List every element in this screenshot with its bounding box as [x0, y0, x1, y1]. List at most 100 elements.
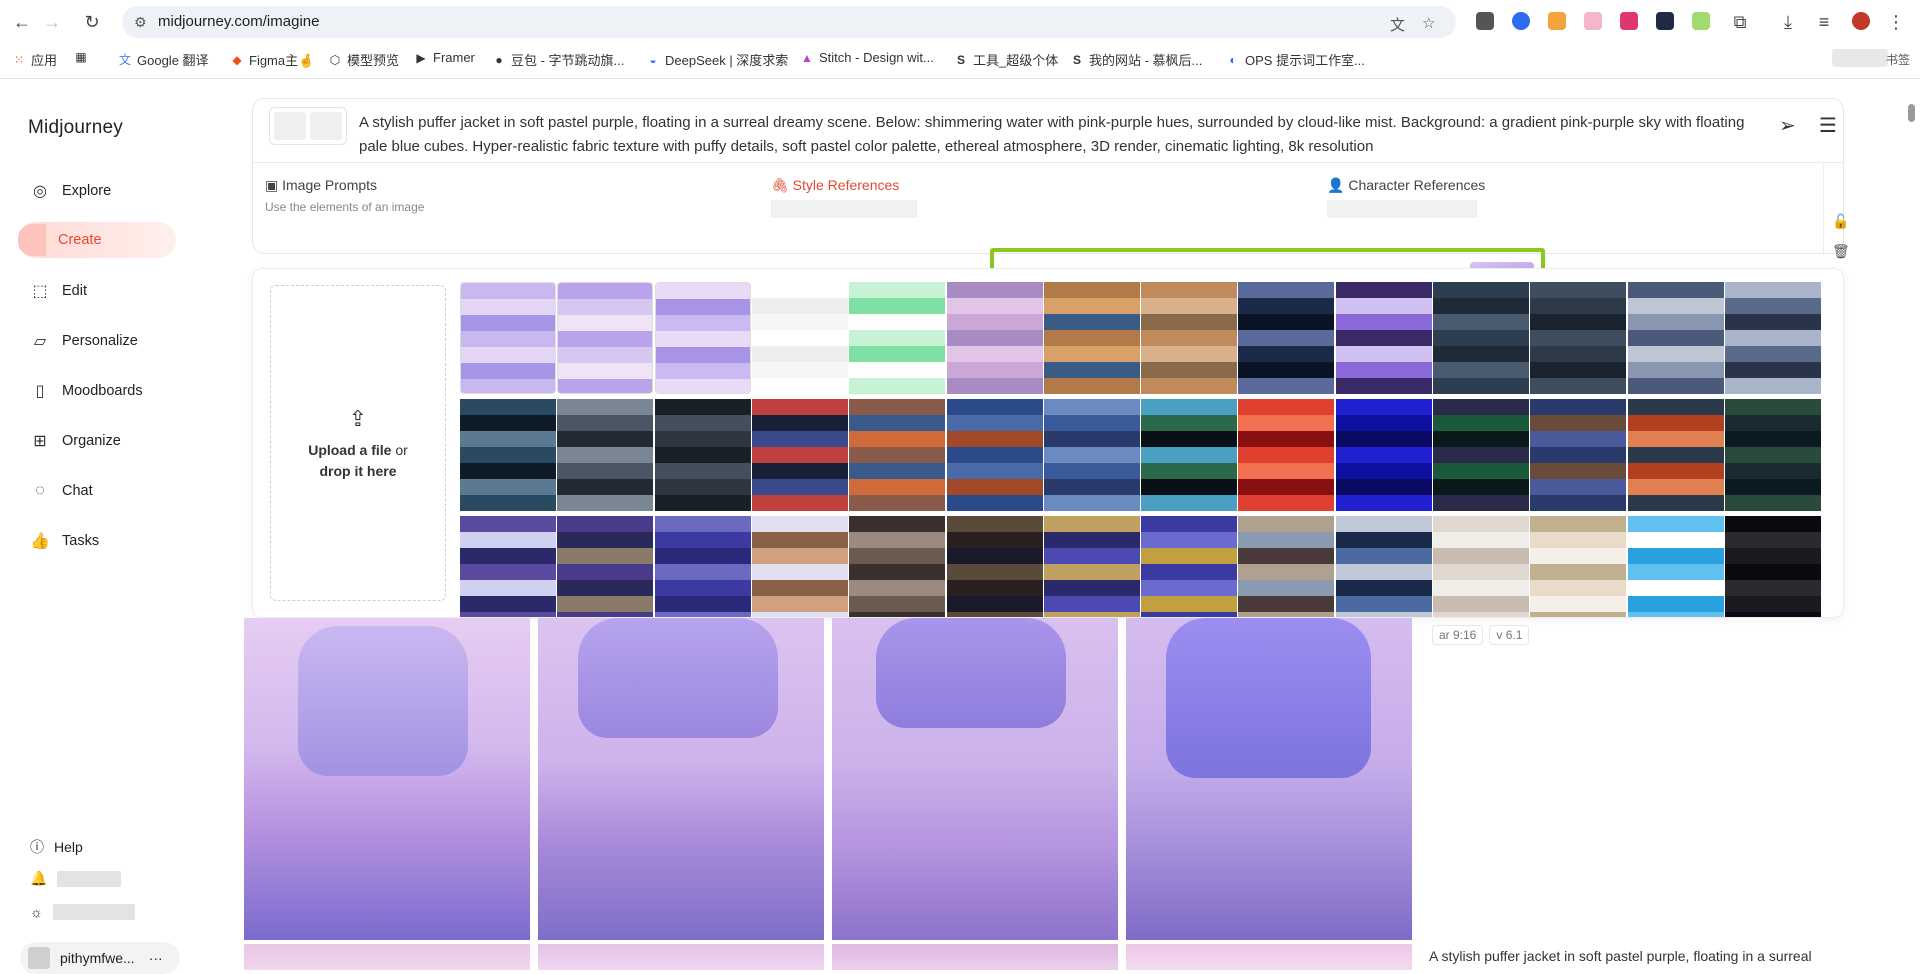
bookmark-ops[interactable]: ◐ OPS 提示词工作室... [1226, 50, 1365, 69]
uploaded-image-thumbnail[interactable] [1238, 282, 1335, 394]
reload-icon[interactable]: ↻ [80, 10, 104, 34]
bookmark-stitch[interactable]: ▲ Stitch - Design wit... [800, 50, 934, 65]
uploaded-image-thumbnail[interactable] [1724, 399, 1821, 511]
prompt-input[interactable]: A stylish puffer jacket in soft pastel p… [359, 111, 1759, 159]
bookmark-deepseek[interactable]: ◒ DeepSeek | 深度求索 [646, 50, 788, 69]
translate-page-icon[interactable]: 文 [1390, 14, 1405, 35]
uploaded-image-thumbnail[interactable] [1043, 516, 1140, 617]
more-dots-icon[interactable]: ··· [149, 950, 163, 966]
profile-avatar-icon[interactable] [1852, 12, 1870, 30]
result-image[interactable] [832, 944, 1118, 970]
uploaded-image-thumbnail[interactable] [751, 282, 848, 394]
uploaded-image-thumbnail[interactable] [1530, 399, 1627, 511]
uploaded-image-thumbnail[interactable] [1433, 399, 1529, 511]
result-image[interactable] [244, 944, 530, 970]
extension-icon[interactable] [1692, 12, 1710, 30]
download-icon[interactable]: ⤓ [1776, 10, 1800, 34]
sidebar-item-edit[interactable]: ⬚ Edit [18, 273, 176, 309]
bookmark-apps[interactable]: ⁙ 应用 [12, 50, 57, 69]
uploaded-image-thumbnail[interactable] [946, 399, 1043, 511]
uploaded-image-thumbnail[interactable] [849, 282, 946, 394]
bookmark-my-site[interactable]: S 我的网站 - 慕枫后... [1070, 50, 1202, 69]
settings-sliders-icon[interactable]: ☰ [1819, 113, 1837, 138]
uploaded-image-thumbnail[interactable] [654, 399, 751, 511]
uploaded-image-thumbnail[interactable] [1335, 399, 1432, 511]
uploaded-image-thumbnail[interactable] [1433, 516, 1529, 617]
uploaded-image-thumbnail[interactable] [1141, 516, 1238, 617]
result-image[interactable] [538, 944, 824, 970]
uploaded-image-thumbnail[interactable] [946, 282, 1043, 394]
uploaded-image-thumbnail[interactable] [557, 282, 654, 394]
bookmark-doubao[interactable]: ● 豆包 - 字节跳动旗... [492, 50, 624, 69]
uploaded-image-thumbnail[interactable] [1335, 516, 1432, 617]
result-image[interactable] [832, 618, 1118, 940]
lock-icon[interactable]: 🔓 [1832, 213, 1849, 230]
uploaded-image-thumbnail[interactable] [849, 516, 946, 617]
send-icon[interactable]: ➢ [1779, 113, 1796, 138]
extension-icon[interactable] [1548, 12, 1566, 30]
uploaded-image-thumbnail[interactable] [1335, 282, 1432, 394]
menu-kebab-icon[interactable]: ⋮ [1884, 10, 1908, 34]
site-info-icon[interactable]: ⚙ [134, 14, 147, 31]
bookmark-figma[interactable]: ◆ Figma主🤞 [230, 50, 314, 69]
uploaded-image-thumbnail[interactable] [1238, 516, 1335, 617]
image-prompts-slot[interactable]: ▣ Image Prompts Use the elements of an i… [265, 177, 424, 214]
extension-icon[interactable] [1476, 12, 1494, 30]
sidebar-item-chat[interactable]: ◌ Chat [18, 473, 176, 509]
uploaded-image-thumbnail[interactable] [1433, 282, 1529, 394]
style-references-slot[interactable]: 🖇 Style References [771, 177, 917, 218]
uploaded-image-thumbnail[interactable] [557, 516, 654, 617]
prompt-image-thumbs[interactable] [269, 107, 347, 145]
bookmark-model-preview[interactable]: ⬡ 模型预览 [328, 50, 399, 69]
notifications-item[interactable]: 🔔 [30, 870, 122, 887]
uploaded-image-thumbnail[interactable] [1724, 282, 1821, 394]
address-bar[interactable]: ⚙ midjourney.com/imagine 文 ☆ [122, 6, 1456, 38]
uploaded-image-thumbnail[interactable] [1238, 399, 1335, 511]
sidebar-item-organize[interactable]: ⊞ Organize [18, 423, 176, 459]
uploaded-image-thumbnail[interactable] [946, 516, 1043, 617]
aspect-ratio-tag[interactable]: ar 9:16 [1432, 625, 1484, 645]
uploaded-image-thumbnail[interactable] [1627, 516, 1724, 617]
app-logo[interactable]: Midjourney [28, 117, 123, 139]
version-tag[interactable]: v 6.1 [1489, 625, 1530, 645]
result-image[interactable] [244, 618, 530, 940]
bookmark-framer[interactable]: ▶ Framer [414, 50, 475, 65]
bookmark-grid[interactable]: ▦ [74, 50, 88, 64]
extension-icon[interactable] [1512, 12, 1530, 30]
uploaded-image-thumbnail[interactable] [1141, 399, 1238, 511]
extension-icon[interactable] [1656, 12, 1674, 30]
uploaded-image-thumbnail[interactable] [1530, 516, 1627, 617]
bookmark-tools[interactable]: S 工具_超级个体 [954, 50, 1058, 69]
result-image[interactable] [1126, 618, 1412, 940]
all-bookmarks-link[interactable]: 书签 [1886, 51, 1910, 68]
bookmark-google-translate[interactable]: 文 Google 翻译 [118, 50, 209, 69]
uploaded-image-thumbnail[interactable] [1627, 399, 1724, 511]
uploaded-image-thumbnail[interactable] [654, 516, 751, 617]
uploaded-image-thumbnail[interactable] [654, 282, 751, 394]
sidebar-item-tasks[interactable]: 👍 Tasks [18, 523, 176, 559]
uploaded-image-thumbnail[interactable] [751, 399, 848, 511]
trash-icon[interactable]: 🗑 [1832, 243, 1850, 260]
sidebar-item-moodboards[interactable]: ▯ Moodboards [18, 373, 176, 409]
extension-icon[interactable] [1584, 12, 1602, 30]
extension-icon[interactable] [1620, 12, 1638, 30]
theme-toggle[interactable]: ☼ [30, 904, 135, 920]
forward-icon[interactable]: → [40, 10, 64, 34]
job-caption[interactable]: A stylish puffer jacket in soft pastel p… [1429, 948, 1849, 964]
uploaded-image-thumbnail[interactable] [557, 399, 654, 511]
help-link[interactable]: ⓘ Help [30, 837, 83, 857]
sidebar-item-create[interactable]: Create [18, 222, 176, 258]
uploaded-image-thumbnail[interactable] [751, 516, 848, 617]
extensions-puzzle-icon[interactable]: ⧉ [1728, 10, 1752, 34]
uploaded-image-thumbnail[interactable] [849, 399, 946, 511]
user-menu[interactable]: pithymfwe... ··· [20, 942, 180, 974]
result-image[interactable] [1126, 944, 1412, 970]
upload-dropzone[interactable]: ⇪ Upload a file or drop it here [270, 285, 446, 601]
uploaded-image-thumbnail[interactable] [1043, 399, 1140, 511]
page-scrollbar[interactable] [1908, 104, 1915, 122]
uploaded-image-thumbnail[interactable] [1530, 282, 1627, 394]
uploaded-image-thumbnail[interactable] [460, 399, 556, 511]
uploaded-image-thumbnail[interactable] [1043, 282, 1140, 394]
uploaded-image-thumbnail[interactable] [1724, 516, 1821, 617]
media-icon[interactable]: ≡ [1812, 10, 1836, 34]
